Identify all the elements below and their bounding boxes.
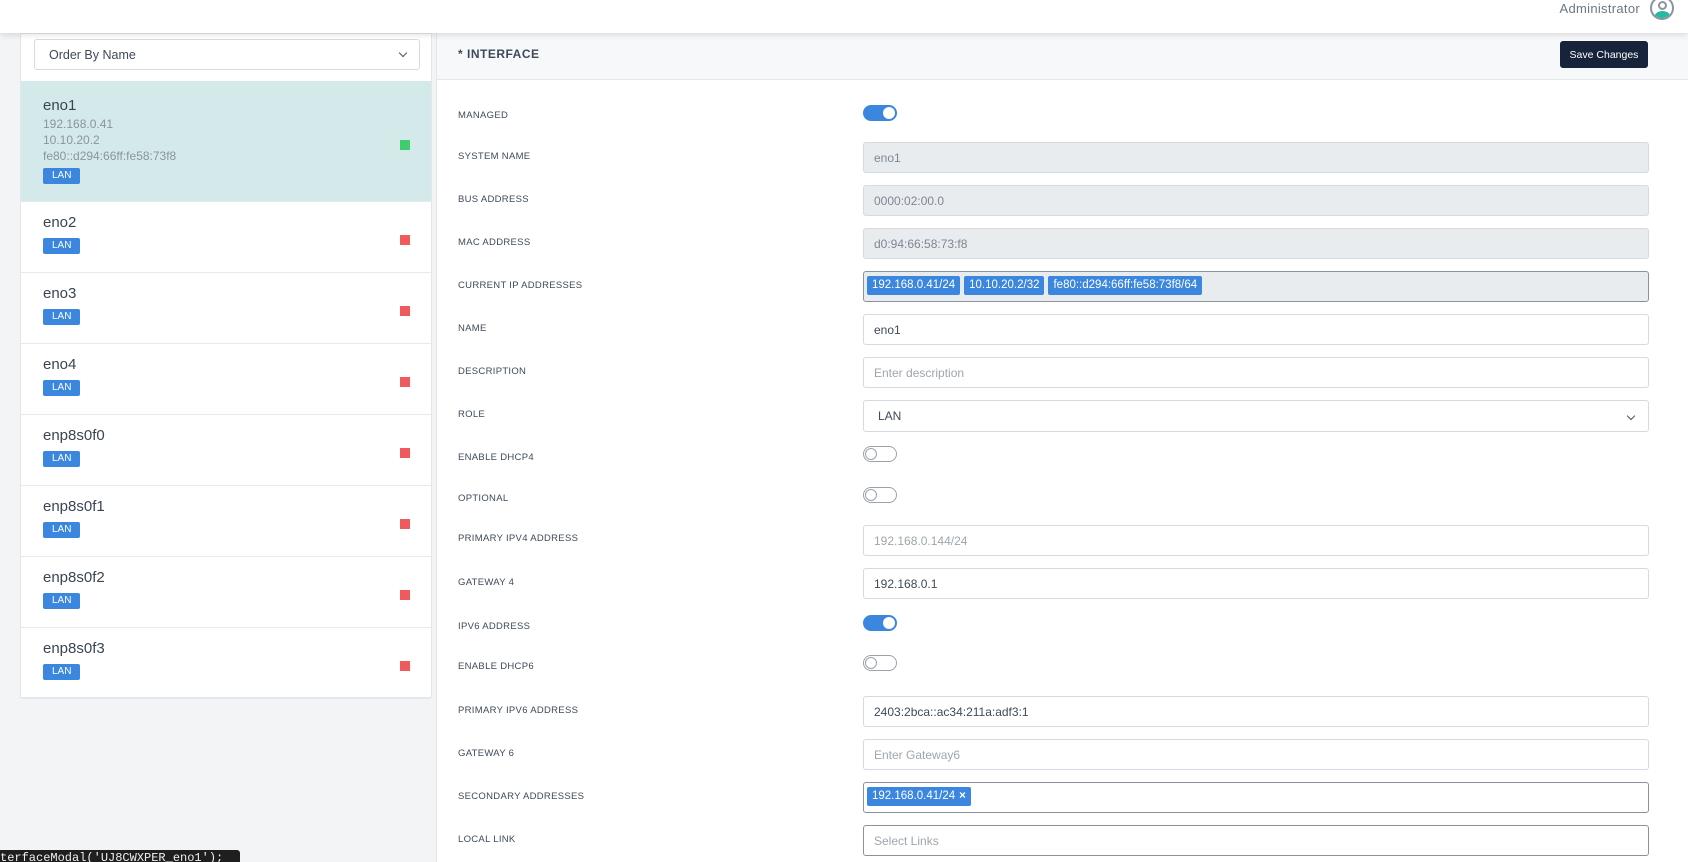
ip-tag: 192.168.0.41/24 [867,276,961,295]
user-avatar-icon[interactable] [1650,0,1674,20]
avatar-body [1654,11,1671,18]
enable-dhcp4-toggle[interactable] [863,446,897,462]
field-label: ROLE [458,409,486,420]
toggle-knob [865,448,877,460]
mac-address-field: d0:94:66:58:73:f8 [863,228,1649,259]
ip-tag: fe80::d294:66ff:fe58:73f8/64 [1048,276,1203,295]
status-indicator [400,235,410,245]
field-label: ENABLE DHCP4 [458,452,534,463]
field-label: ENABLE DHCP6 [458,661,534,672]
interface-list: eno1 192.168.0.41 10.10.20.2 fe80::d294:… [21,81,431,699]
save-changes-button[interactable]: Save Changes [1560,41,1648,68]
gateway6-input[interactable] [863,739,1649,770]
role-badge: LAN [43,593,81,609]
interface-name: eno3 [43,285,77,302]
interface-form-panel: * INTERFACE Save Changes MANAGED SYSTEM … [436,33,1688,862]
toggle-knob [865,657,877,669]
chevron-down-icon [1626,411,1636,421]
field-label: DESCRIPTION [458,366,527,377]
field-label: LOCAL LINK [458,834,516,845]
status-indicator [400,377,410,387]
interface-name: eno4 [43,356,77,373]
interface-address: 10.10.20.2 [43,133,100,147]
order-by-select[interactable]: Order By Name [34,39,420,70]
panel-header: * INTERFACE Save Changes [437,33,1688,80]
field-label: SYSTEM NAME [458,151,531,162]
field-label: CURRENT IP ADDRESSES [458,280,583,291]
remove-tag-icon[interactable]: × [959,790,966,802]
field-label: GATEWAY 4 [458,577,515,588]
role-badge: LAN [43,522,81,538]
field-label: PRIMARY IPV4 ADDRESS [458,533,579,544]
primary-ipv4-input[interactable] [863,525,1649,556]
managed-toggle[interactable] [863,105,897,121]
interface-name: eno1 [43,97,77,114]
interface-name: enp8s0f2 [43,569,105,586]
gateway4-input[interactable] [863,568,1649,599]
toggle-knob [865,489,877,501]
status-indicator [400,519,410,529]
status-indicator [400,306,410,316]
status-bar-tooltip: terfaceModal('UJ8CWXPER_eno1'); [0,850,240,862]
role-value: LAN [878,409,902,423]
avatar-head [1658,1,1667,10]
interface-item-eno4[interactable]: eno4 LAN [21,344,431,415]
interface-item-enp8s0f2[interactable]: enp8s0f2 LAN [21,557,431,628]
order-by-value: Order By Name [49,48,136,62]
field-label: BUS ADDRESS [458,194,529,205]
local-link-input[interactable] [863,825,1649,856]
field-label: NAME [458,323,487,334]
role-badge: LAN [43,238,81,254]
field-label: GATEWAY 6 [458,748,515,759]
field-label: IPV6 ADDRESS [458,621,531,632]
interface-address: fe80::d294:66ff:fe58:73f8 [43,149,177,163]
toggle-knob [883,107,895,119]
tag-label: 192.168.0.41/24 [872,790,956,802]
field-label: PRIMARY IPV6 ADDRESS [458,705,579,716]
primary-ipv6-input[interactable] [863,696,1649,727]
chevron-down-icon [398,48,408,58]
interface-item-eno1[interactable]: eno1 192.168.0.41 10.10.20.2 fe80::d294:… [21,81,431,202]
interface-name: eno2 [43,214,77,231]
interface-item-enp8s0f1[interactable]: enp8s0f1 LAN [21,486,431,557]
optional-toggle[interactable] [863,487,897,503]
toggle-knob [883,617,895,629]
secondary-address-tag: 192.168.0.41/24 × [867,787,971,806]
bus-address-field: 0000:02:00.0 [863,185,1649,216]
interface-address: 192.168.0.41 [43,117,114,131]
interface-name: enp8s0f3 [43,640,105,657]
system-name-field: eno1 [863,142,1649,173]
panel-title: * INTERFACE [458,47,540,61]
interface-item-enp8s0f0[interactable]: enp8s0f0 LAN [21,415,431,486]
interface-item-eno3[interactable]: eno3 LAN [21,273,431,344]
role-select[interactable]: LAN [863,400,1649,432]
status-indicator [400,590,410,600]
role-badge: LAN [43,380,81,396]
status-indicator [400,448,410,458]
role-badge: LAN [43,168,81,184]
role-badge: LAN [43,309,81,325]
interface-list-panel: Order By Name eno1 192.168.0.41 10.10.20… [20,33,432,699]
secondary-addresses-field[interactable]: 192.168.0.41/24 × [863,782,1649,813]
field-label: MANAGED [458,110,509,121]
interface-name: enp8s0f1 [43,498,105,515]
interface-name: enp8s0f0 [43,427,105,444]
name-input[interactable] [863,314,1649,345]
enable-dhcp6-toggle[interactable] [863,655,897,671]
ipv6-address-toggle[interactable] [863,615,897,631]
top-bar: Administrator [0,0,1688,33]
field-label: OPTIONAL [458,493,509,504]
field-label: SECONDARY ADDRESSES [458,791,585,802]
current-ip-addresses-field: 192.168.0.41/24 10.10.20.2/32 fe80::d294:6… [863,271,1649,302]
ip-tag: 10.10.20.2/32 [964,276,1045,295]
user-name[interactable]: Administrator [1560,1,1640,16]
status-indicator [400,140,410,150]
description-input[interactable] [863,357,1649,388]
role-badge: LAN [43,664,81,680]
field-label: MAC ADDRESS [458,237,531,248]
role-badge: LAN [43,451,81,467]
interface-item-enp8s0f3[interactable]: enp8s0f3 LAN [21,628,431,699]
status-indicator [400,661,410,671]
interface-item-eno2[interactable]: eno2 LAN [21,202,431,273]
